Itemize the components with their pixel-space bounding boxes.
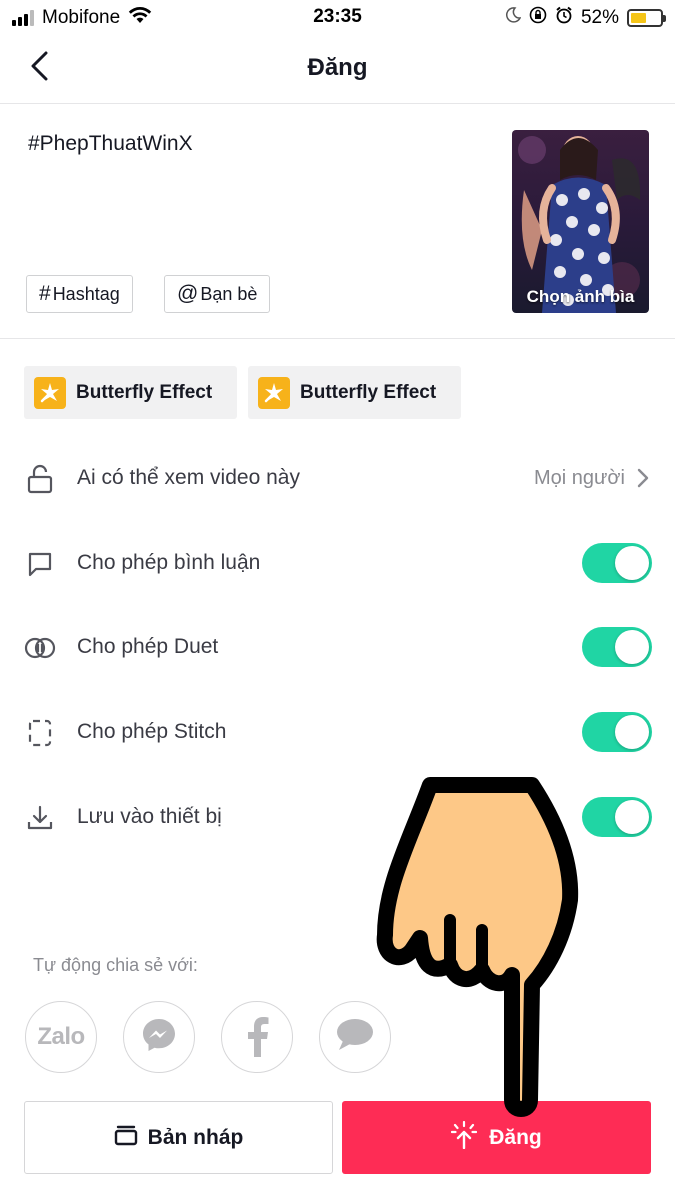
mention-friends-label: Bạn bè: [200, 283, 258, 304]
page-title: Đăng: [307, 54, 368, 81]
allow-stitch-toggle[interactable]: [582, 712, 652, 752]
allow-comments-label: Cho phép bình luận: [77, 551, 261, 574]
alarm-icon: [555, 6, 573, 29]
battery-percent: 52%: [580, 6, 619, 28]
effect-label: Butterfly Effect: [76, 381, 213, 403]
battery-fill: [631, 12, 646, 23]
moon-icon: [505, 7, 522, 28]
status-bar-right: 52%: [505, 6, 666, 29]
facebook-icon: [242, 1013, 272, 1062]
nav-bar: Đăng: [0, 34, 675, 104]
privacy-label: Ai có thể xem video này: [77, 466, 300, 489]
at-icon: @: [177, 282, 199, 305]
allow-duet-row: Cho phép Duet: [0, 615, 675, 679]
comment-icon: [24, 549, 56, 579]
caption-section: #PhepThuatWinX # Hashtag @ Bạn bè Chọn ả…: [0, 104, 675, 339]
duet-icon: [24, 633, 56, 663]
caption-input[interactable]: #PhepThuatWinX: [28, 132, 193, 156]
battery-icon: [627, 8, 666, 27]
message-icon: [335, 1017, 375, 1058]
share-messenger-button[interactable]: [123, 1001, 195, 1073]
save-draft-label: Bản nháp: [147, 1125, 244, 1149]
stitch-icon: [24, 718, 56, 748]
messenger-icon: [140, 1016, 178, 1059]
zalo-icon: Zalo: [37, 1023, 85, 1050]
post-button[interactable]: Đăng: [342, 1101, 651, 1174]
hash-icon: #: [39, 282, 51, 305]
orientation-lock-icon: [529, 6, 547, 29]
share-zalo-button[interactable]: Zalo: [25, 1001, 97, 1073]
cover-label: Chọn ảnh bìa: [526, 287, 635, 306]
sparkle-icon: [34, 376, 66, 409]
auto-share-label: Tự động chia sẻ với:: [33, 955, 198, 975]
allow-duet-toggle[interactable]: [582, 627, 652, 667]
allow-comments-row: Cho phép bình luận: [0, 531, 675, 595]
drafts-icon: [114, 1124, 138, 1152]
cover-thumbnail: [512, 130, 649, 313]
hashtag-button-label: Hashtag: [52, 283, 120, 304]
post-label: Đăng: [489, 1125, 542, 1149]
save-to-device-row: Lưu vào thiết bị: [0, 785, 675, 849]
share-message-button[interactable]: [319, 1001, 391, 1073]
allow-comments-toggle[interactable]: [582, 543, 652, 583]
effect-label: Butterfly Effect: [300, 381, 437, 403]
sparkle-icon: [258, 376, 290, 409]
privacy-value: Mọi người: [534, 467, 625, 489]
unlock-icon: [24, 464, 56, 494]
status-bar: Mobifone 23:35 52%: [0, 0, 675, 34]
allow-stitch-row: Cho phép Stitch: [0, 700, 675, 764]
mention-friends-button[interactable]: @ Bạn bè: [164, 275, 271, 313]
effect-chip[interactable]: Butterfly Effect: [24, 366, 237, 419]
share-facebook-button[interactable]: [221, 1001, 293, 1073]
save-draft-button[interactable]: Bản nháp: [24, 1101, 333, 1174]
privacy-row[interactable]: Ai có thể xem video này Mọi người: [0, 446, 675, 510]
download-icon: [24, 803, 56, 833]
allow-stitch-label: Cho phép Stitch: [77, 720, 227, 743]
hashtag-button[interactable]: # Hashtag: [26, 275, 133, 313]
save-to-device-toggle[interactable]: [582, 797, 652, 837]
post-upload-icon: [451, 1120, 478, 1155]
effect-chip[interactable]: Butterfly Effect: [248, 366, 461, 419]
save-to-device-label: Lưu vào thiết bị: [77, 805, 222, 828]
chevron-right-icon: [637, 468, 649, 493]
cover-picker[interactable]: Chọn ảnh bìa: [512, 130, 649, 313]
allow-duet-label: Cho phép Duet: [77, 635, 219, 658]
